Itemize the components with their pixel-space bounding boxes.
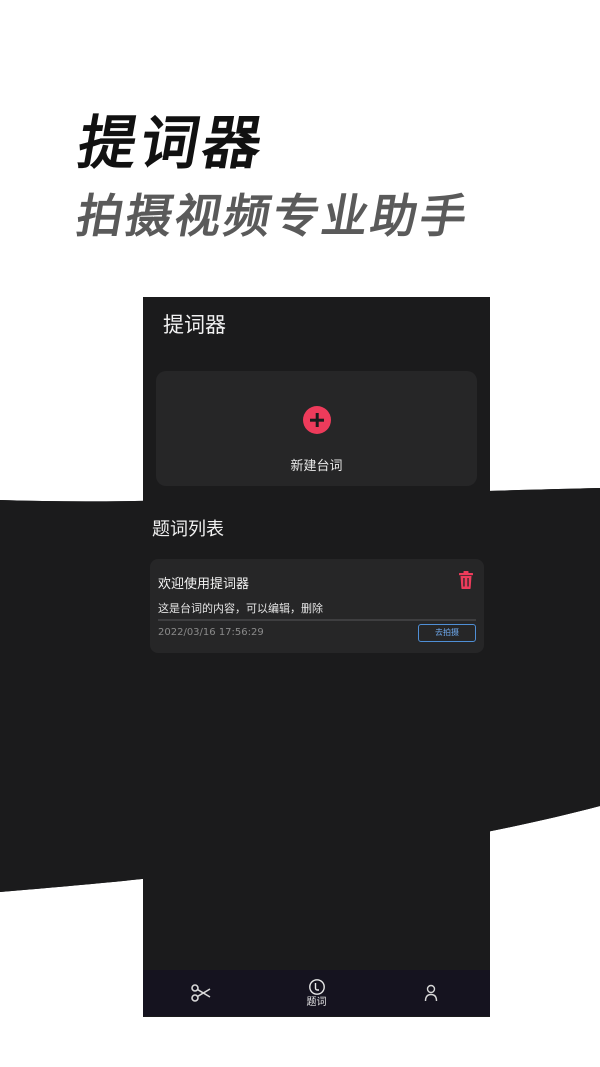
app-screen: 提词器 新建台词 题词列表 欢迎使用提词器 这是台词的内容，可以编辑，删除 20…	[143, 297, 490, 1017]
script-content: 这是台词的内容，可以编辑，删除	[158, 602, 323, 615]
promo-subtitle: 拍摄视频专业助手	[72, 189, 475, 243]
new-script-label: 新建台词	[290, 459, 343, 474]
new-script-button[interactable]: 新建台词	[156, 371, 477, 486]
script-list-item[interactable]: 欢迎使用提词器 这是台词的内容，可以编辑，删除 2022/03/16 17:56…	[150, 559, 484, 653]
script-title: 欢迎使用提词器	[158, 577, 250, 592]
bottom-tab-bar: 题词	[143, 970, 490, 1016]
scissors-icon	[191, 983, 211, 1002]
user-icon	[424, 984, 438, 1001]
plus-circle-icon	[303, 406, 331, 434]
script-timestamp: 2022/03/16 17:56:29	[158, 627, 264, 638]
page-title: 提词器	[163, 313, 226, 337]
teleprompter-icon	[308, 978, 325, 995]
trash-icon[interactable]	[458, 571, 474, 589]
promo-title: 提词器	[73, 109, 272, 177]
tab-edit[interactable]	[143, 970, 259, 1016]
section-title: 题词列表	[152, 519, 224, 540]
tab-profile[interactable]	[374, 970, 490, 1016]
tab-teleprompter[interactable]: 题词	[259, 970, 375, 1016]
tab-teleprompter-label: 题词	[306, 996, 327, 1008]
divider	[158, 619, 476, 621]
go-shoot-button[interactable]: 去拍摄	[418, 624, 476, 642]
